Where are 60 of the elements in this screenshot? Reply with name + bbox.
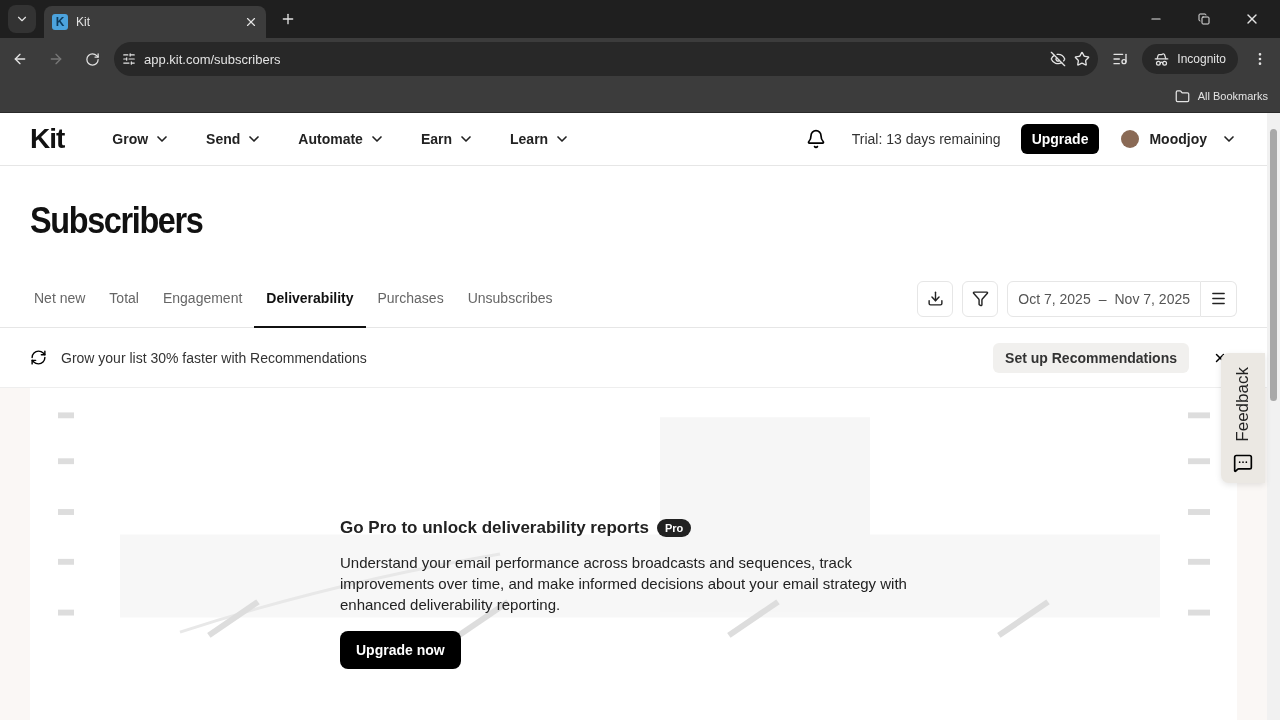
filter-button[interactable]: [962, 280, 999, 317]
chat-icon: [1233, 453, 1253, 473]
incognito-indicator[interactable]: Incognito: [1142, 44, 1238, 74]
restore-icon[interactable]: [1198, 13, 1210, 25]
kit-logo[interactable]: Kit: [30, 123, 65, 155]
reload-icon[interactable]: [84, 51, 100, 67]
faded-smudge: [58, 412, 74, 419]
report-tab[interactable]: Total: [97, 270, 151, 328]
browser-tab[interactable]: K Kit: [44, 6, 266, 38]
all-bookmarks-link[interactable]: All Bookmarks: [1197, 90, 1268, 102]
refresh-icon: [30, 349, 47, 366]
faded-smudge: [1188, 558, 1210, 565]
nav-menu-item[interactable]: Automate: [298, 131, 385, 147]
user-menu[interactable]: Moodjoy: [1149, 131, 1237, 147]
trial-status-text: Trial: 13 days remaining: [851, 131, 1001, 147]
address-bar[interactable]: app.kit.com/subscribers: [114, 42, 1099, 76]
report-tab[interactable]: Deliverability: [254, 270, 366, 328]
feedback-tab[interactable]: Feedback: [1221, 353, 1265, 483]
faded-smudge: [1188, 609, 1210, 616]
page-title: Subscribers: [30, 200, 204, 242]
close-icon[interactable]: [244, 15, 258, 29]
report-tab[interactable]: Net new: [22, 270, 98, 328]
site-favicon: K: [52, 14, 68, 30]
faded-smudge: [1188, 412, 1210, 419]
promo-description: Understand your email performance across broadcasts and sequences, track improvements over time, and make informed decisions about your email strategy with enhanced deliverability reporting.: [340, 553, 908, 615]
nav-menu-item[interactable]: Earn: [420, 131, 475, 147]
incognito-icon: [1154, 51, 1170, 67]
filter-icon: [971, 290, 989, 307]
menu-icon: [1210, 290, 1227, 307]
date-range-picker[interactable]: Oct 7, 2025 – Nov 7, 2025: [1007, 280, 1201, 317]
user-avatar[interactable]: [1121, 130, 1140, 148]
download-icon: [926, 290, 944, 307]
notification-bell-icon[interactable]: [805, 129, 826, 149]
upgrade-now-button[interactable]: Upgrade now: [340, 631, 461, 669]
nav-menu-item[interactable]: Grow: [112, 131, 171, 147]
report-tab[interactable]: Engagement: [150, 270, 255, 328]
faded-smudge: [58, 458, 74, 465]
new-tab-icon[interactable]: [280, 11, 296, 27]
faded-smudge: [1188, 509, 1210, 515]
site-settings-icon[interactable]: [122, 52, 136, 66]
faded-smudge: [58, 558, 74, 565]
promo-title: Go Pro to unlock deliverability reports: [340, 518, 649, 538]
scrollbar-thumb[interactable]: [1270, 129, 1277, 401]
eye-off-icon[interactable]: [1050, 51, 1067, 67]
banner-text: Grow your list 30% faster with Recommendations: [61, 349, 368, 366]
download-button[interactable]: [917, 280, 954, 317]
setup-recommendations-button[interactable]: Set up Recommendations: [993, 342, 1189, 373]
report-tab[interactable]: Unsubscribes: [455, 270, 565, 328]
nav-menu-item[interactable]: Send: [206, 131, 263, 147]
report-tab[interactable]: Purchases: [365, 270, 456, 328]
folder-icon: [1174, 88, 1190, 104]
nav-menu-item[interactable]: Learn: [510, 131, 571, 147]
media-list-icon[interactable]: [1112, 51, 1129, 67]
upgrade-button[interactable]: Upgrade: [1020, 124, 1100, 154]
faded-smudge: [1188, 458, 1210, 465]
pro-badge: Pro: [656, 519, 692, 537]
faded-smudge: [58, 509, 74, 515]
faded-smudge: [58, 609, 74, 616]
menu-button[interactable]: [1201, 280, 1237, 317]
bookmark-star-icon[interactable]: [1074, 51, 1091, 67]
